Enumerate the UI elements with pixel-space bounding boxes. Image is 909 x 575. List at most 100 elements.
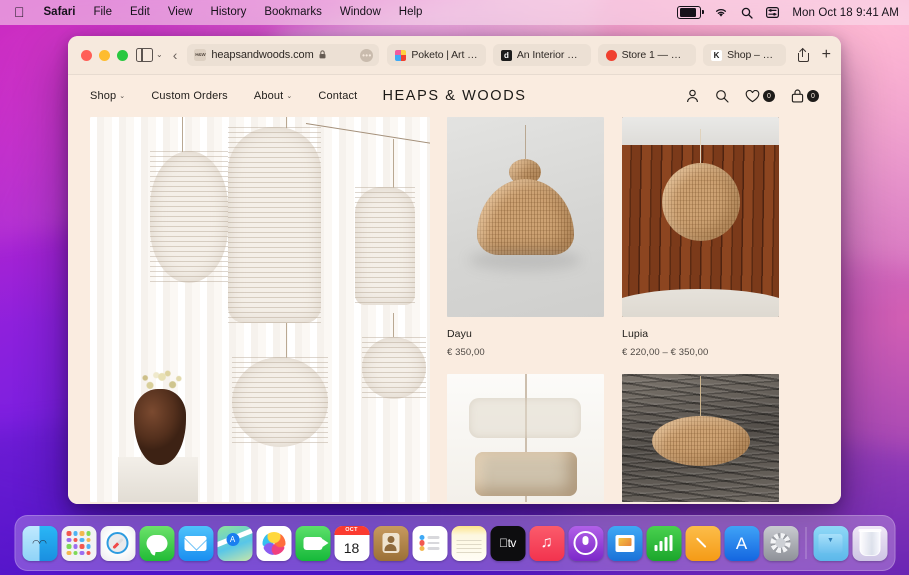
gear-icon <box>770 533 791 553</box>
tab-spiral-store[interactable]: Store 1 — SPIRAL <box>597 44 697 66</box>
product-price: € 350,00 <box>447 347 485 358</box>
dock-item-appstore[interactable]: A <box>724 525 759 561</box>
cart-bag-icon[interactable]: 0 <box>791 89 819 103</box>
speech-bubble-icon <box>146 534 167 552</box>
nav-item-label: Contact <box>318 90 358 102</box>
product-name[interactable]: Lupia <box>622 328 779 340</box>
menu-bar-clock[interactable]: Mon Oct 18 9:41 AM <box>792 7 899 19</box>
close-button[interactable] <box>81 49 92 61</box>
bar-chart-icon <box>654 535 673 551</box>
product-image-oval-pendant[interactable] <box>622 374 779 502</box>
menu-item-view[interactable]: View <box>159 0 202 25</box>
product-name[interactable]: Dayu <box>447 328 604 340</box>
site-nav-icons: 0 0 <box>686 89 819 103</box>
hero-image[interactable] <box>90 117 430 502</box>
zoom-button[interactable] <box>117 49 128 61</box>
apple-tv-icon: tv <box>499 536 516 550</box>
menu-item-window[interactable]: Window <box>331 0 390 25</box>
nav-item-shop[interactable]: Shop ⌄ <box>90 90 125 102</box>
tab-title: Store 1 — SPIRAL <box>621 49 688 61</box>
site-logo[interactable]: HEAPS & WOODS <box>382 88 526 104</box>
wishlist-count-badge: 0 <box>763 90 775 102</box>
product-image-lupia[interactable] <box>622 117 779 317</box>
nav-item-contact[interactable]: Contact <box>318 90 357 102</box>
menu-item-bookmarks[interactable]: Bookmarks <box>255 0 331 25</box>
nav-item-label: Custom Orders <box>151 90 228 102</box>
menu-item-help[interactable]: Help <box>390 0 432 25</box>
tab-poketo[interactable]: Poketo | Art & De... <box>387 44 486 66</box>
sidebar-toggle-button[interactable]: ⌄ <box>136 47 163 63</box>
dock-item-trash[interactable] <box>852 525 887 561</box>
nav-item-custom-orders[interactable]: Custom Orders <box>151 90 228 102</box>
dock-item-contacts[interactable] <box>373 525 408 561</box>
wishlist-heart-icon[interactable]: 0 <box>745 89 775 103</box>
dock-item-notes[interactable] <box>451 525 486 561</box>
menu-item-safari[interactable]: Safari <box>35 0 85 25</box>
back-button[interactable]: ‹ <box>171 47 180 63</box>
dock-item-numbers[interactable] <box>646 525 681 561</box>
share-icon[interactable] <box>797 47 809 62</box>
product-card-lupia: Lupia € 220,00 – € 350,00 <box>622 117 779 502</box>
nav-item-label: About <box>253 90 284 102</box>
chevron-down-icon: ⌄ <box>156 50 163 59</box>
minimize-button[interactable] <box>99 49 110 61</box>
address-bar-url: heapsandwoods.com <box>211 49 314 61</box>
photos-flower-icon <box>262 531 285 555</box>
dock-item-tv[interactable]: tv <box>490 525 525 561</box>
new-tab-button[interactable]: + <box>822 47 831 63</box>
product-columns: Dayu € 350,00 Lupia € 220,00 – € 350,00 <box>447 117 819 502</box>
search-icon[interactable] <box>715 89 729 103</box>
dock-item-podcasts[interactable] <box>568 525 603 561</box>
compass-icon <box>106 532 129 554</box>
menu-bar:  Safari File Edit View History Bookmark… <box>0 0 909 25</box>
dock-item-photos[interactable] <box>256 525 291 561</box>
safari-window: ⌄ ‹ H&W heapsandwoods.com ••• Poketo | A… <box>68 36 841 504</box>
desktop-screen:  Safari File Edit View History Bookmark… <box>0 0 909 575</box>
dock-item-pages[interactable] <box>685 525 720 561</box>
product-image-tiered-shades[interactable] <box>447 374 604 502</box>
account-icon[interactable] <box>686 89 699 103</box>
cart-count-badge: 0 <box>807 90 819 102</box>
chevron-down-icon: ⌄ <box>119 93 126 100</box>
dock-item-system-preferences[interactable] <box>763 525 798 561</box>
dock-item-safari[interactable] <box>100 525 135 561</box>
dock-item-reminders[interactable] <box>412 525 447 561</box>
sidebar-icon <box>136 47 153 63</box>
site-navigation: Shop ⌄ Custom Orders About ⌄ Contact HEA… <box>68 75 841 117</box>
dock: ◠◠ A OCT 18 tv ♫ <box>14 515 895 571</box>
presentation-icon <box>615 534 634 552</box>
nav-item-about[interactable]: About ⌄ <box>254 90 293 102</box>
menu-item-history[interactable]: History <box>202 0 256 25</box>
dock-item-finder[interactable]: ◠◠ <box>22 525 57 561</box>
search-icon[interactable] <box>741 7 754 19</box>
chevron-down-icon: ⌄ <box>286 93 293 100</box>
dock-item-facetime[interactable] <box>295 525 330 561</box>
product-image-dayu[interactable] <box>447 117 604 317</box>
menu-item-edit[interactable]: Edit <box>121 0 159 25</box>
webpage-content: Shop ⌄ Custom Orders About ⌄ Contact HEA… <box>68 75 841 504</box>
tab-kinfolk-shop[interactable]: K Shop – Kinfolk <box>703 44 786 66</box>
dock-item-keynote[interactable] <box>607 525 642 561</box>
address-bar[interactable]: H&W heapsandwoods.com ••• <box>187 44 380 66</box>
dock-item-messages[interactable] <box>139 525 174 561</box>
dried-flowers <box>138 365 186 399</box>
dock-item-music[interactable]: ♫ <box>529 525 564 561</box>
dock-item-mail[interactable] <box>178 525 213 561</box>
dock-item-launchpad[interactable] <box>61 525 96 561</box>
spiral-red-dot-favicon <box>605 49 617 61</box>
menu-item-file[interactable]: File <box>84 0 121 25</box>
poketo-color-grid-favicon <box>395 49 407 61</box>
page-menu-button[interactable]: ••• <box>360 48 374 62</box>
tab-strip: Poketo | Art & De... d An Interior Desig… <box>387 44 786 66</box>
dock-item-maps[interactable]: A <box>217 525 252 561</box>
control-center-icon[interactable] <box>766 7 780 18</box>
battery-icon[interactable] <box>677 6 704 19</box>
dock-item-calendar[interactable]: OCT 18 <box>334 525 369 561</box>
wifi-icon[interactable] <box>714 7 728 18</box>
note-lines-icon <box>456 539 481 554</box>
tab-interior-design[interactable]: d An Interior Desig... <box>492 44 591 66</box>
dock-divider <box>805 527 806 559</box>
dock-item-downloads[interactable] <box>813 525 848 561</box>
envelope-icon <box>184 535 207 551</box>
apple-logo-icon[interactable]:  <box>8 0 35 25</box>
